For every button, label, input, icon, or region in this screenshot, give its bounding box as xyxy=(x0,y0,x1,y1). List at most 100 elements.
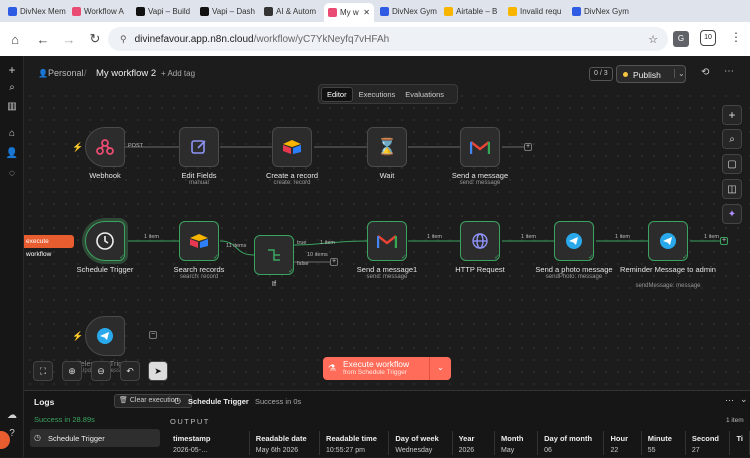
back-arrow-icon[interactable]: ← xyxy=(32,28,54,50)
add-tag-link[interactable]: + Add tag xyxy=(161,69,195,78)
if-node[interactable]: ✓ xyxy=(254,235,294,275)
node-subtitle: sendPhoto: message xyxy=(545,274,603,280)
chat-icon[interactable]: ◌ xyxy=(5,166,19,180)
clear-execution-label: Clear execution xyxy=(129,397,179,404)
panel-toggle-icon[interactable]: ▥ xyxy=(5,99,19,113)
column-header[interactable]: Month xyxy=(494,431,539,445)
wait-node[interactable]: ⌛ xyxy=(367,127,407,167)
zoom-in-icon[interactable]: ⊕ xyxy=(62,361,82,381)
send-photo-node[interactable]: ✓ xyxy=(554,221,594,261)
ai-sparkle-icon[interactable]: ✦ xyxy=(722,204,742,224)
browser-tab[interactable]: Airtable – B xyxy=(440,3,502,20)
webhook-node[interactable] xyxy=(85,127,125,167)
sticky-note-icon[interactable]: ▢ xyxy=(722,154,742,174)
browser-tab[interactable]: DivNex Gym xyxy=(376,3,438,20)
log-node-name: Schedule Trigger xyxy=(188,397,249,406)
url-bar[interactable]: ⚲ divinefavour.app.n8n.cloud/workflow/yC… xyxy=(108,27,668,51)
project-breadcrumb[interactable]: Personal xyxy=(48,68,84,78)
table-cell: 55 xyxy=(641,445,686,455)
column-header[interactable]: Year xyxy=(452,431,496,445)
close-tab-icon[interactable]: ✕ xyxy=(363,8,370,17)
browser-tab[interactable]: AI & Autom xyxy=(260,3,322,20)
trigger-bolt-icon: ⚡ xyxy=(72,142,84,152)
chevron-down-icon[interactable]: ⌄ xyxy=(674,69,685,78)
column-header[interactable]: Minute xyxy=(641,431,686,445)
airtable-favicon-icon xyxy=(508,6,517,16)
panel-icon[interactable]: ◫ xyxy=(722,179,742,199)
breadcrumb-separator: / xyxy=(84,68,87,78)
more-options-icon[interactable]: ⋯ xyxy=(725,395,734,406)
reload-icon[interactable]: ↻ xyxy=(84,28,106,50)
add-node-plus[interactable]: − xyxy=(149,331,157,339)
schedule-trigger-node[interactable]: ✓ xyxy=(85,221,125,261)
browser-tab[interactable]: Invalid requ xyxy=(504,3,566,20)
search-records-node[interactable]: ✓ xyxy=(179,221,219,261)
success-check-icon: ✓ xyxy=(288,268,294,275)
url-host: divinefavour.app.n8n.cloud xyxy=(134,33,254,45)
fit-view-icon[interactable]: ⛶ xyxy=(33,361,53,381)
zoom-out-icon[interactable]: ⊖ xyxy=(91,361,111,381)
browser-tab[interactable]: Vapi – Build xyxy=(132,3,194,20)
collapse-icon[interactable]: ⌄ xyxy=(740,394,748,405)
search-icon[interactable]: ⌕ xyxy=(722,129,742,149)
edge-item-count: 1 item xyxy=(615,234,630,240)
browser-tab[interactable]: DivNex Gym xyxy=(568,3,630,20)
column-header[interactable]: Day of month xyxy=(537,431,605,445)
column-header[interactable]: Second xyxy=(685,431,731,445)
column-header[interactable]: timestamp xyxy=(167,431,250,445)
history-icon[interactable]: ⟲ xyxy=(701,67,709,78)
forward-arrow-icon[interactable]: → xyxy=(58,28,80,50)
pointer-icon[interactable]: ➤ xyxy=(148,361,168,381)
browser-tab[interactable]: Vapi – Dash xyxy=(196,3,258,20)
status-dot xyxy=(623,72,628,77)
browser-tab-active[interactable]: My w ✕ xyxy=(324,3,374,22)
add-node-plus[interactable]: + xyxy=(524,143,532,151)
publish-button[interactable]: Publish ⌄ xyxy=(616,65,686,83)
node-label: Send a message xyxy=(451,171,509,180)
log-node-status: Success in 0s xyxy=(255,397,302,406)
success-check-icon: ✓ xyxy=(119,254,125,261)
column-header[interactable]: Readable time xyxy=(319,431,390,445)
create-record-node[interactable] xyxy=(272,127,312,167)
reminder-node[interactable]: ✓ xyxy=(648,221,688,261)
execute-workflow-floating-button[interactable]: execute workflow xyxy=(24,235,74,258)
home-icon[interactable]: ⌂ xyxy=(4,28,26,50)
column-header[interactable]: Ti xyxy=(729,431,750,445)
add-node-icon[interactable]: + xyxy=(722,105,742,125)
browser-tab[interactable]: DivNex Mem xyxy=(4,3,66,20)
more-options-icon[interactable]: ⋯ xyxy=(724,66,734,77)
more-menu-icon[interactable]: ⋮ xyxy=(730,30,742,44)
telegram-icon xyxy=(97,328,113,344)
profile-badge[interactable]: 10 xyxy=(700,30,716,46)
chevron-down-icon[interactable]: ⌄ xyxy=(429,357,451,380)
home-icon[interactable]: ⌂ xyxy=(5,126,19,140)
log-entry-selected[interactable]: ◷ Schedule Trigger xyxy=(30,429,160,447)
hourglass-icon: ⌛ xyxy=(377,139,397,156)
browser-tab-bar: DivNex Mem Workflow A Vapi – Build Vapi … xyxy=(0,0,750,22)
send-message-node[interactable] xyxy=(460,127,500,167)
undo-icon[interactable]: ↶ xyxy=(120,361,140,381)
column-header[interactable]: Readable date xyxy=(249,431,321,445)
site-info-icon[interactable]: ⚲ xyxy=(120,34,127,45)
workflow-canvas[interactable]: Editor Executions Evaluations ⚡ POST Web… xyxy=(24,84,750,390)
webhook-method-label: POST xyxy=(128,143,143,149)
version-counter[interactable]: 0 / 3 xyxy=(589,67,613,81)
vapi-favicon-icon xyxy=(136,6,145,16)
add-node-plus[interactable]: + xyxy=(720,237,728,245)
edit-fields-node[interactable] xyxy=(179,127,219,167)
column-header[interactable]: Hour xyxy=(603,431,642,445)
user-icon[interactable]: 👤 xyxy=(5,146,19,160)
bookmark-star-icon[interactable]: ☆ xyxy=(648,33,658,46)
add-icon[interactable]: + xyxy=(5,63,19,77)
search-icon[interactable]: ⌕ xyxy=(5,80,19,94)
send-message1-node[interactable]: ✓ xyxy=(367,221,407,261)
table-cell: 27 xyxy=(685,445,731,455)
cloud-icon[interactable]: ☁ xyxy=(5,408,19,422)
column-header[interactable]: Day of week xyxy=(388,431,453,445)
workflow-name[interactable]: My workflow 2 xyxy=(96,68,156,79)
translate-icon[interactable]: G xyxy=(673,31,689,47)
http-request-node[interactable]: ✓ xyxy=(460,221,500,261)
execute-workflow-button[interactable]: ⚗ Execute workflow from Schedule Trigger… xyxy=(323,357,451,380)
browser-tab[interactable]: Workflow A xyxy=(68,3,130,20)
telegram-trigger-node[interactable] xyxy=(85,316,125,356)
